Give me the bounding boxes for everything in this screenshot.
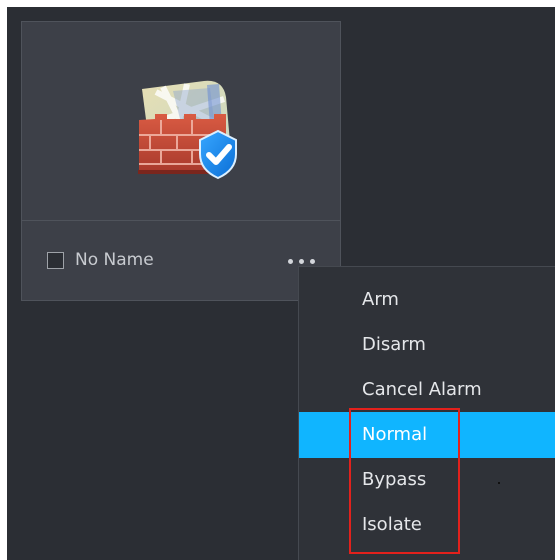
menu-item-isolate[interactable]: Isolate	[299, 502, 555, 548]
menu-item-normal[interactable]: Normal	[299, 412, 555, 458]
zone-card-footer: No Name	[22, 221, 340, 301]
cursor-dot	[498, 482, 500, 484]
menu-item-arm[interactable]: Arm	[299, 277, 555, 323]
menu-item-cancel-alarm[interactable]: Cancel Alarm	[299, 367, 555, 413]
menu-item-bypass[interactable]: Bypass	[299, 457, 555, 503]
zone-context-menu: Arm Disarm Cancel Alarm Normal Bypass Is…	[298, 266, 555, 560]
firewall-map-shield-icon	[138, 80, 237, 180]
zone-name-label: No Name	[75, 250, 154, 270]
menu-item-disarm[interactable]: Disarm	[299, 322, 555, 368]
zone-list-panel: No Name Arm Disarm Cancel Alarm Normal B…	[7, 7, 555, 560]
zone-select-checkbox[interactable]	[47, 252, 64, 269]
zone-thumbnail	[22, 22, 340, 221]
zone-card[interactable]: No Name	[21, 21, 341, 301]
